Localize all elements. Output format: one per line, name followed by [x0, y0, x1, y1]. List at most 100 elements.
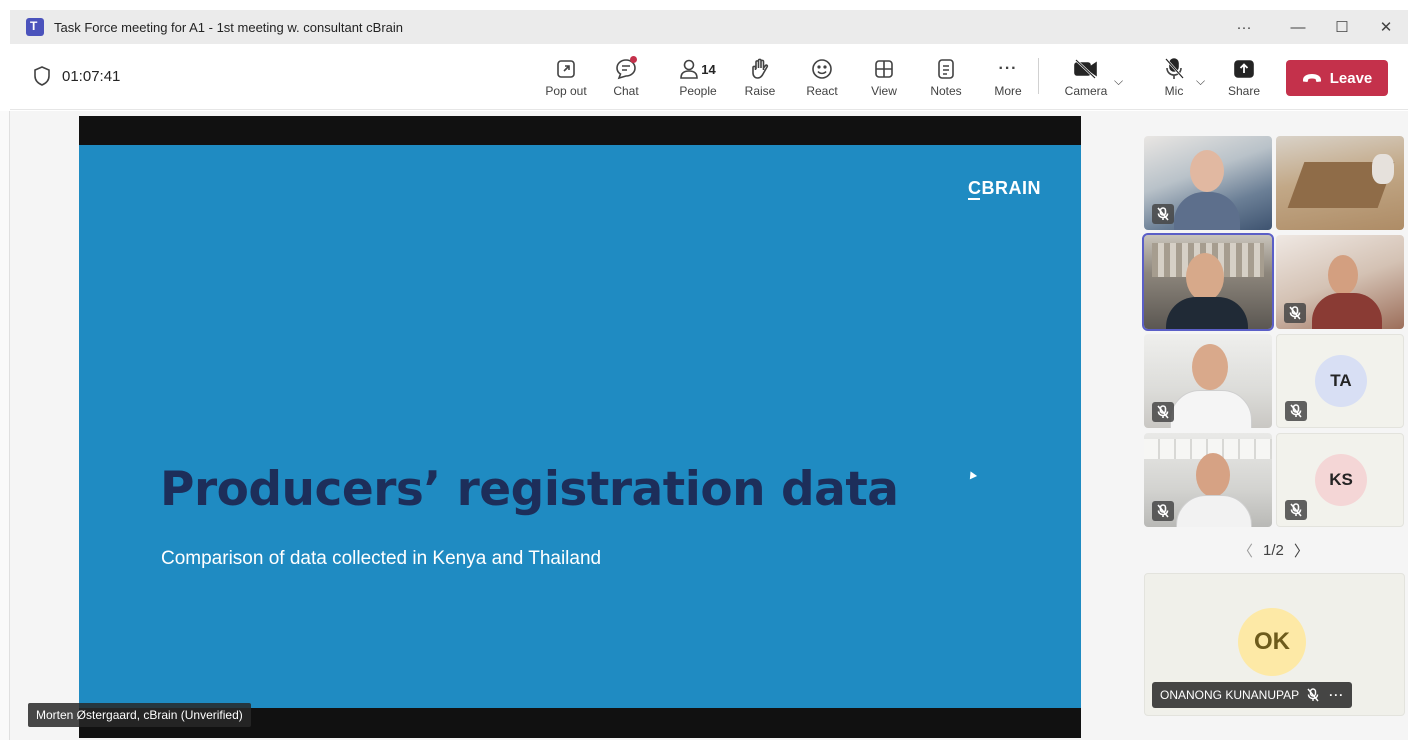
participant-tile-ks[interactable]: KS [1276, 433, 1404, 527]
share-label: Share [1227, 84, 1261, 98]
more-button[interactable]: ··· More [980, 56, 1036, 104]
people-icon [680, 59, 699, 79]
participant-video-5[interactable] [1144, 334, 1272, 428]
room-participant [1372, 154, 1394, 184]
participant-face [1186, 253, 1224, 301]
shield-icon [34, 66, 50, 86]
participant-name: ONANONG KUNANUPAP [1160, 688, 1300, 702]
camera-options-chevron[interactable]: ⌵ [1114, 74, 1123, 89]
slide-title: Producers’ registration data [160, 462, 899, 517]
left-edge [0, 111, 10, 740]
avatar-ta: TA [1315, 355, 1367, 407]
participant-face [1192, 344, 1228, 390]
window-title: Task Force meeting for A1 - 1st meeting … [54, 19, 403, 35]
camera-button[interactable]: Camera [1058, 56, 1114, 104]
mic-off-icon [1157, 504, 1169, 518]
people-button[interactable]: 14 People [670, 56, 726, 104]
mic-off-icon [1165, 58, 1184, 79]
muted-indicator [1152, 402, 1174, 422]
mic-off-icon [1290, 503, 1302, 517]
react-button[interactable]: React [794, 56, 850, 104]
raise-hand-button[interactable]: Raise [732, 56, 788, 104]
participant-video-6[interactable] [1144, 433, 1272, 527]
muted-indicator [1284, 303, 1306, 323]
prev-page-button[interactable]: 〈 [1238, 540, 1253, 561]
notes-label: Notes [930, 84, 962, 98]
participant-body [1170, 390, 1252, 428]
more-label: More [994, 84, 1022, 98]
close-window-button[interactable]: ✕ [1364, 10, 1408, 44]
notes-icon [938, 59, 954, 79]
mic-off-icon [1290, 404, 1302, 418]
share-button[interactable]: Share [1216, 56, 1272, 104]
participant-video-1[interactable] [1144, 136, 1272, 230]
muted-indicator [1285, 500, 1307, 520]
view-button[interactable]: View [856, 56, 912, 104]
popout-icon [557, 60, 575, 78]
react-label: React [806, 84, 838, 98]
next-page-button[interactable]: 〉 [1294, 540, 1309, 561]
participant-video-4[interactable] [1276, 235, 1404, 329]
mic-options-chevron[interactable]: ⌵ [1196, 74, 1205, 89]
avatar-ok: OK [1238, 608, 1306, 676]
minimize-button[interactable]: — [1276, 10, 1320, 44]
title-bar: Task Force meeting for A1 - 1st meeting … [10, 10, 1408, 44]
logo-underline [968, 198, 980, 200]
participant-face [1190, 150, 1224, 192]
presenter-name-tag: Morten Østergaard, cBrain (Unverified) [28, 703, 251, 727]
people-label: People [679, 84, 717, 98]
maximize-button[interactable]: ☐ [1320, 10, 1364, 44]
participant-body [1174, 192, 1240, 230]
avatar-ks: KS [1315, 454, 1367, 506]
view-label: View [871, 84, 897, 98]
teams-icon [26, 18, 44, 36]
mic-off-icon [1307, 688, 1319, 702]
participant-body [1166, 297, 1248, 329]
timer-text: 01:07:41 [62, 67, 121, 85]
mic-off-icon [1157, 405, 1169, 419]
chat-label: Chat [613, 84, 639, 98]
more-icon: ··· [998, 60, 1018, 77]
participant-video-3-speaking[interactable] [1142, 233, 1274, 331]
participant-video-2[interactable] [1276, 136, 1404, 230]
window-more-button[interactable]: ··· [1222, 10, 1266, 44]
chat-button[interactable]: Chat [598, 56, 654, 104]
leave-button[interactable]: Leave [1286, 60, 1388, 96]
page-indicator: 1/2 [1263, 542, 1284, 559]
muted-indicator [1152, 501, 1174, 521]
popout-button[interactable]: Pop out [538, 56, 594, 104]
muted-indicator [1285, 401, 1307, 421]
slide-subtitle: Comparison of data collected in Kenya an… [161, 548, 602, 569]
mic-button[interactable]: Mic [1146, 56, 1202, 104]
people-count: 14 [701, 61, 716, 77]
presentation-slide [79, 145, 1081, 708]
muted-indicator [1152, 204, 1174, 224]
raise-hand-icon [752, 58, 769, 79]
toolbar-divider [1038, 58, 1039, 94]
participant-tile-ta[interactable]: TA [1276, 334, 1404, 428]
notes-button[interactable]: Notes [918, 56, 974, 104]
participant-more-button[interactable]: ··· [1329, 688, 1344, 702]
participant-name-tag: ONANONG KUNANUPAP ··· [1152, 682, 1353, 708]
participant-body [1312, 293, 1382, 329]
meeting-timer: 01:07:41 [34, 66, 120, 86]
unread-dot [630, 56, 637, 63]
mic-off-icon [1289, 306, 1301, 320]
camera-label: Camera [1064, 84, 1108, 98]
participant-face [1328, 255, 1358, 295]
raise-label: Raise [744, 84, 776, 98]
share-icon [1234, 60, 1254, 78]
hang-up-icon [1302, 74, 1321, 82]
camera-off-icon [1074, 59, 1097, 79]
grid-view-icon [875, 60, 893, 78]
gallery-pager: 〈 1/2 〉 [1238, 540, 1309, 561]
participant-body [1176, 495, 1252, 527]
mic-label: Mic [1164, 84, 1184, 98]
mic-off-icon [1157, 207, 1169, 221]
leave-label: Leave [1329, 69, 1373, 87]
cbrain-logo: CBRAIN [968, 178, 1041, 198]
participant-face [1196, 453, 1230, 497]
popout-label: Pop out [545, 84, 587, 98]
smiley-icon [812, 59, 832, 79]
meeting-toolbar: 01:07:41 Pop out Chat 14 People Raise Re… [10, 44, 1408, 110]
